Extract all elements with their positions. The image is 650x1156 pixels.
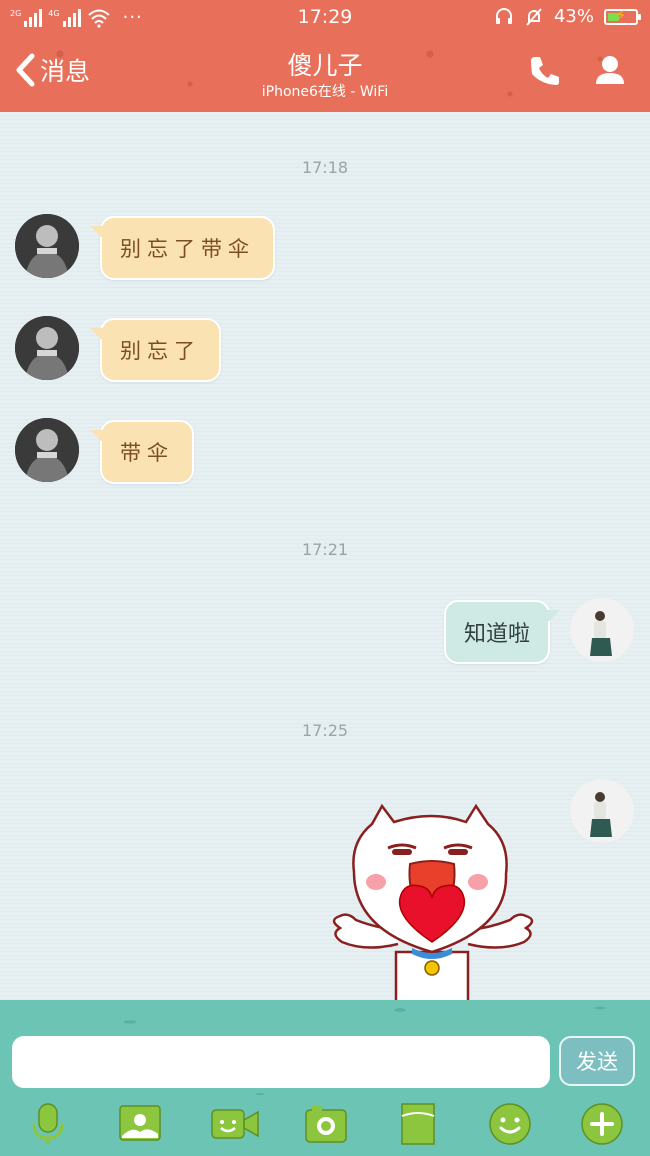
message-bubble-incoming[interactable]: 别忘了 — [90, 318, 221, 382]
chat-header: 消息 傻儿子 iPhone6在线 - WiFi — [0, 34, 650, 112]
profile-icon — [596, 56, 624, 84]
file-icon — [401, 1103, 435, 1145]
my-avatar[interactable] — [570, 598, 634, 662]
camera-icon — [305, 1106, 347, 1143]
battery-percent: 43% — [553, 6, 594, 27]
headset-icon — [495, 7, 512, 24]
avatar-photo — [570, 779, 634, 843]
message-bubble-outgoing[interactable]: 知道啦 — [443, 600, 561, 664]
message-bubble-incoming[interactable]: 带伞 — [90, 420, 194, 484]
file-button[interactable] — [396, 1102, 440, 1146]
contact-avatar[interactable] — [15, 214, 79, 278]
avatar-photo — [15, 316, 79, 380]
phone-icon — [531, 57, 559, 85]
more-button[interactable] — [580, 1102, 624, 1146]
call-button[interactable] — [528, 54, 562, 92]
cat-heart-sticker[interactable] — [326, 802, 540, 1002]
status-bar: 2G 4G ··· 17:29 43% ⚡ — [0, 0, 650, 34]
image-icon — [119, 1105, 161, 1141]
battery-icon: ⚡ — [604, 8, 641, 25]
timestamp: 17:21 — [301, 540, 349, 559]
video-button[interactable] — [210, 1102, 260, 1146]
message-bubble-incoming[interactable]: 别忘了带伞 — [90, 216, 275, 280]
mute-bell-icon — [526, 7, 542, 26]
send-button[interactable]: 发送 — [559, 1036, 635, 1086]
microphone-icon — [32, 1103, 64, 1144]
chat-area[interactable]: 17:18 别忘了带伞 别忘了 带伞 17:21 知道啦 17:25 — [0, 112, 650, 1002]
contact-avatar[interactable] — [15, 418, 79, 482]
avatar-photo — [15, 214, 79, 278]
contact-avatar[interactable] — [15, 316, 79, 380]
input-bar: 发送 — [0, 1000, 650, 1156]
timestamp: 17:25 — [301, 721, 349, 740]
avatar-photo — [570, 598, 634, 662]
timestamp: 17:18 — [301, 158, 349, 177]
my-avatar[interactable] — [570, 779, 634, 843]
status-right: 43% ⚡ — [494, 6, 641, 27]
image-button[interactable] — [118, 1102, 162, 1146]
avatar-photo — [15, 418, 79, 482]
voice-button[interactable] — [26, 1102, 70, 1146]
plus-icon — [581, 1103, 623, 1145]
emoji-button[interactable] — [488, 1102, 532, 1146]
message-input[interactable] — [12, 1036, 550, 1088]
profile-button[interactable] — [594, 54, 626, 90]
video-icon — [211, 1109, 259, 1139]
camera-button[interactable] — [304, 1102, 348, 1146]
emoji-icon — [489, 1103, 531, 1145]
